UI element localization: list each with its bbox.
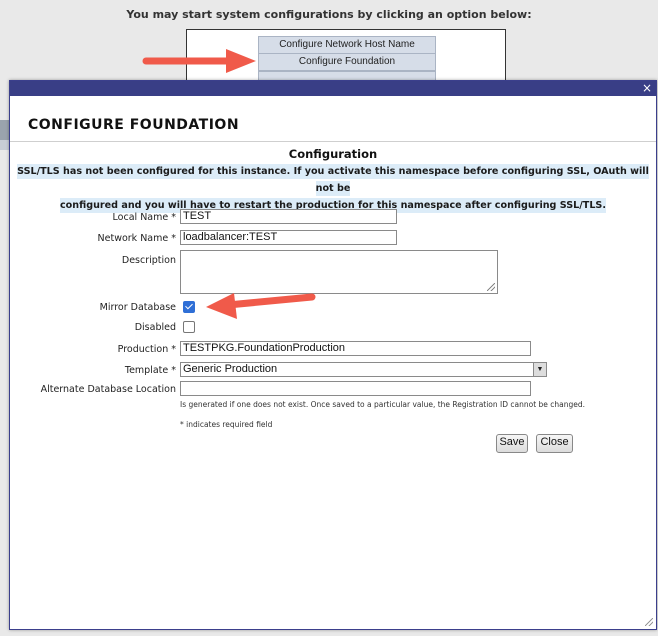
chevron-down-icon[interactable]: ▼ [533, 363, 546, 376]
configure-foundation-dialog: × CONFIGURE FOUNDATION Configuration SSL… [9, 80, 657, 630]
description-label: Description [121, 255, 176, 266]
ssl-warning-line-1: SSL/TLS has not been configured for this… [17, 164, 649, 196]
template-selected-value: Generic Production [183, 363, 278, 375]
configure-foundation-button[interactable]: Configure Foundation [258, 53, 436, 71]
alternate-database-location-label: Alternate Database Location [40, 384, 176, 395]
mirror-database-checkbox[interactable] [183, 301, 195, 313]
template-label: Template * [124, 365, 176, 376]
production-label: Production * [117, 344, 176, 355]
ssl-warning: SSL/TLS has not been configured for this… [13, 163, 653, 214]
resize-handle-icon[interactable] [487, 283, 495, 291]
alternate-database-location-input[interactable] [180, 381, 531, 396]
annotation-arrow-icon [142, 49, 256, 73]
network-name-label: Network Name * [97, 233, 176, 244]
dialog-title: CONFIGURE FOUNDATION [28, 117, 240, 133]
local-name-label: Local Name * [112, 212, 176, 223]
dialog-resize-icon[interactable] [645, 618, 653, 626]
network-name-input[interactable]: loadbalancer:TEST [180, 230, 397, 245]
disabled-label: Disabled [134, 322, 176, 333]
description-textarea[interactable] [180, 250, 498, 294]
mirror-database-label: Mirror Database [99, 302, 176, 313]
annotation-arrow-icon [206, 293, 316, 319]
save-button[interactable]: Save [496, 434, 528, 453]
page-instructions: You may start system configurations by c… [126, 8, 532, 21]
configure-network-host-name-button[interactable]: Configure Network Host Name [258, 36, 436, 54]
dialog-titlebar: × [10, 81, 656, 96]
production-input[interactable]: TESTPKG.FoundationProduction [180, 341, 531, 356]
close-button[interactable]: Close [536, 434, 573, 453]
template-select[interactable]: Generic Production ▼ [180, 362, 547, 377]
close-icon[interactable]: × [642, 81, 652, 96]
disabled-checkbox[interactable] [183, 321, 195, 333]
required-field-note: * indicates required field [180, 420, 273, 429]
section-title: Configuration [288, 147, 378, 161]
divider [10, 141, 656, 142]
local-name-input[interactable]: TEST [180, 209, 397, 224]
registration-hint: Is generated if one does not exist. Once… [180, 400, 586, 409]
